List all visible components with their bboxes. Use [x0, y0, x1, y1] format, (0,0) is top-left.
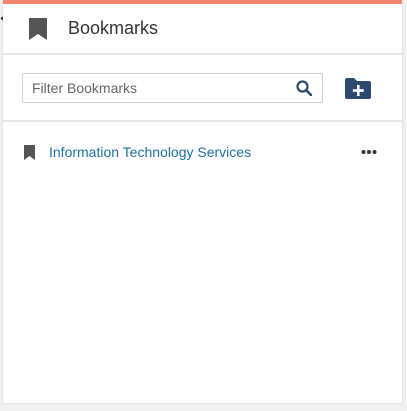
- search-icon[interactable]: [296, 79, 312, 96]
- bookmark-icon: [24, 144, 35, 160]
- bookmarks-panel: Bookmarks Information Technology Service…: [3, 0, 402, 403]
- add-folder-button[interactable]: [345, 77, 371, 99]
- filter-bookmarks-input[interactable]: [23, 74, 296, 101]
- panel-title: Bookmarks: [68, 18, 159, 38]
- bookmark-link[interactable]: Information Technology Services: [49, 144, 251, 160]
- bookmarks-toolbar: [3, 55, 402, 122]
- more-horizontal-icon[interactable]: [361, 149, 377, 155]
- bookmark-list: Information Technology Services: [3, 122, 402, 163]
- filter-field: [22, 72, 323, 103]
- bookmark-icon: [29, 17, 47, 40]
- panel-header: Bookmarks: [3, 4, 402, 55]
- list-item: Information Technology Services: [3, 141, 402, 163]
